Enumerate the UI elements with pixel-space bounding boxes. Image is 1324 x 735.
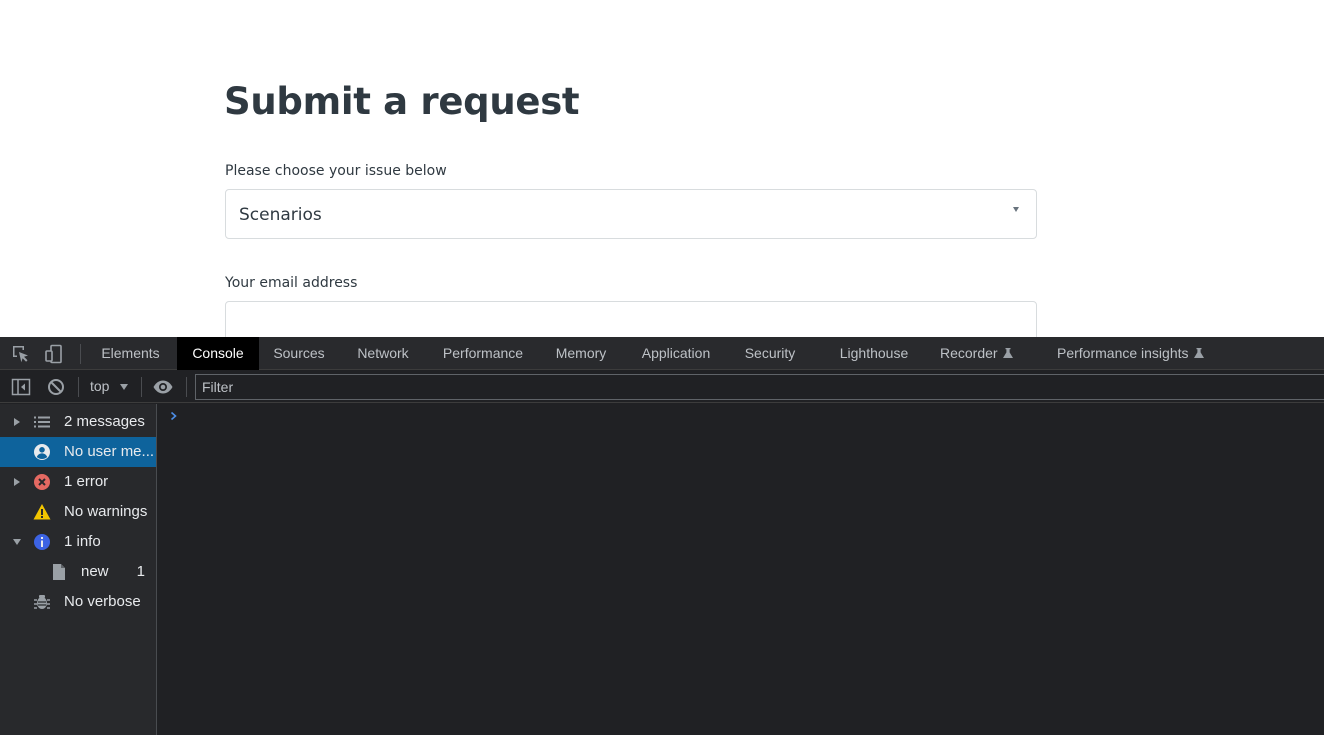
devtools-tabbar: Elements Console Sources Network Perform… xyxy=(0,337,1324,370)
tab-network[interactable]: Network xyxy=(345,337,421,370)
expand-arrow-icon[interactable] xyxy=(14,418,20,426)
sidebar-item-warnings[interactable]: No warnings xyxy=(0,497,156,527)
issue-select-value: Scenarios xyxy=(239,205,322,225)
sidebar-item-label: No user me... xyxy=(64,443,155,460)
tab-application[interactable]: Application xyxy=(630,337,722,370)
console-sidebar: 2 messages No user me... 1 error No warn… xyxy=(0,404,157,735)
message-count: 1 xyxy=(136,563,145,580)
live-expression-eye-icon[interactable] xyxy=(152,377,174,400)
page-title: Submit a request xyxy=(224,80,580,123)
tabbar-divider xyxy=(80,344,81,364)
toolbar-divider xyxy=(141,377,142,397)
bug-icon xyxy=(34,595,50,609)
tab-recorder-label: Recorder xyxy=(940,345,998,361)
context-selector[interactable]: top xyxy=(90,378,109,394)
tab-sources[interactable]: Sources xyxy=(263,337,335,370)
user-icon xyxy=(34,444,50,460)
experimental-beaker-icon xyxy=(1002,347,1013,358)
list-icon xyxy=(34,416,50,428)
tab-lighthouse[interactable]: Lighthouse xyxy=(829,337,919,370)
console-output[interactable] xyxy=(158,404,1324,735)
show-sidebar-icon[interactable] xyxy=(11,377,31,400)
collapse-arrow-icon[interactable] xyxy=(13,539,21,545)
expand-arrow-icon[interactable] xyxy=(14,478,20,486)
issue-select[interactable]: Scenarios xyxy=(225,189,1037,239)
email-field[interactable] xyxy=(225,301,1037,337)
email-label: Your email address xyxy=(225,275,358,291)
sidebar-item-label: 1 info xyxy=(64,533,101,550)
sidebar-item-label: No verbose xyxy=(64,593,141,610)
tab-console[interactable]: Console xyxy=(177,337,259,370)
clear-console-icon[interactable] xyxy=(46,377,66,400)
device-toolbar-icon[interactable] xyxy=(44,344,64,364)
console-toolbar: top xyxy=(0,371,1324,403)
experimental-beaker-icon xyxy=(1193,347,1204,358)
sidebar-item-errors[interactable]: 1 error xyxy=(0,467,156,497)
error-icon xyxy=(34,474,50,490)
web-page: Submit a request Please choose your issu… xyxy=(0,0,1324,337)
context-chevron-down-icon xyxy=(120,384,128,390)
tab-memory[interactable]: Memory xyxy=(546,337,616,370)
issue-label: Please choose your issue below xyxy=(225,163,447,179)
console-prompt-chevron-icon xyxy=(170,411,177,421)
filter-input[interactable] xyxy=(195,374,1324,400)
sidebar-item-messages[interactable]: 2 messages xyxy=(0,407,156,437)
sidebar-item-label: No warnings xyxy=(64,503,148,520)
tab-performance-insights[interactable]: Performance insights xyxy=(1048,337,1228,370)
info-icon xyxy=(34,534,50,550)
devtools-panel: Elements Console Sources Network Perform… xyxy=(0,337,1324,735)
sidebar-item-info[interactable]: 1 info xyxy=(0,527,156,557)
tab-elements[interactable]: Elements xyxy=(89,337,172,370)
select-caret-icon xyxy=(1013,207,1019,212)
toolbar-divider xyxy=(186,377,187,397)
sidebar-item-source-new[interactable]: new 1 xyxy=(0,557,156,587)
tab-security[interactable]: Security xyxy=(735,337,805,370)
inspect-element-icon[interactable] xyxy=(11,344,31,364)
tab-performance[interactable]: Performance xyxy=(433,337,533,370)
tab-performance-insights-label: Performance insights xyxy=(1057,345,1189,361)
sidebar-item-user-messages[interactable]: No user me... xyxy=(0,437,156,467)
tab-recorder[interactable]: Recorder xyxy=(931,337,1031,370)
sidebar-item-label: new xyxy=(81,563,109,580)
sidebar-item-label: 2 messages xyxy=(64,413,145,430)
file-icon xyxy=(53,564,65,580)
sidebar-item-label: 1 error xyxy=(64,473,109,490)
sidebar-item-verbose[interactable]: No verbose xyxy=(0,587,156,617)
toolbar-divider xyxy=(78,377,79,397)
warning-icon xyxy=(33,504,51,520)
